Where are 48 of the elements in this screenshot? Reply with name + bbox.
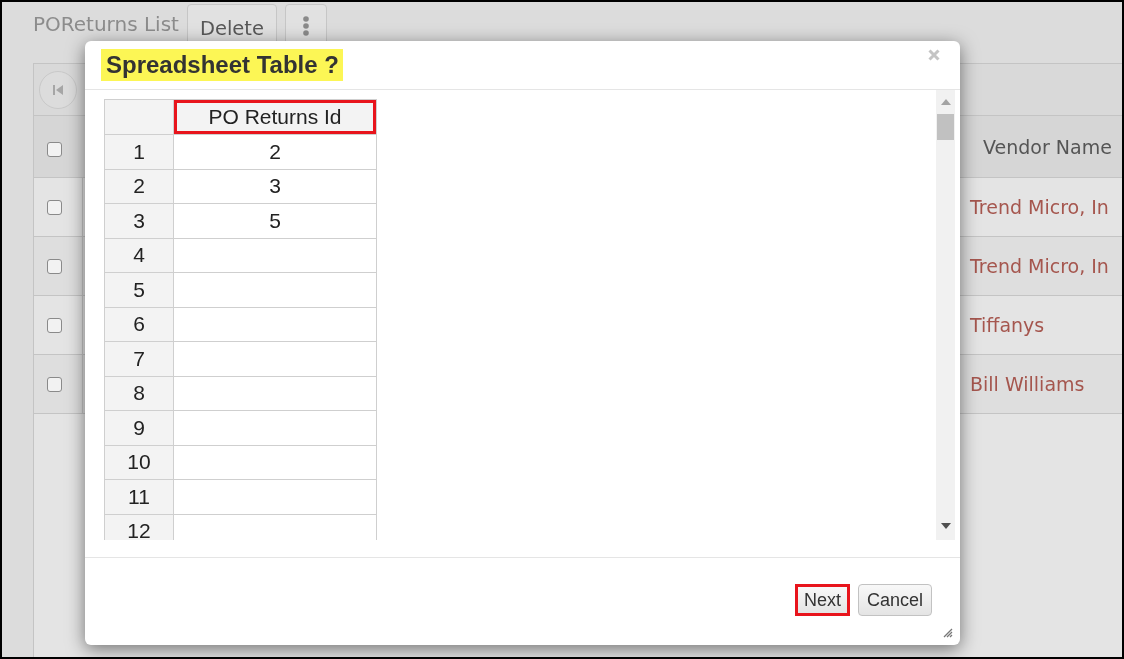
vertical-scrollbar[interactable] xyxy=(936,90,955,540)
row-number: 11 xyxy=(104,479,174,514)
vendor-name-link[interactable]: Bill Williams xyxy=(970,373,1085,395)
scroll-thumb[interactable] xyxy=(937,114,954,140)
checkbox[interactable] xyxy=(47,317,62,333)
table-cell[interactable]: 2 xyxy=(173,134,377,169)
row-number: 3 xyxy=(104,203,174,238)
table-cell[interactable] xyxy=(173,272,377,307)
row-number: 4 xyxy=(104,238,174,273)
table-cell[interactable] xyxy=(173,238,377,273)
checkbox[interactable] xyxy=(47,142,62,157)
first-page-icon xyxy=(53,84,63,95)
scroll-down-icon[interactable] xyxy=(940,523,951,529)
resize-grip-icon[interactable] xyxy=(943,628,953,638)
table-cell[interactable]: 5 xyxy=(173,203,377,238)
checkbox[interactable] xyxy=(47,258,62,274)
table-cell[interactable] xyxy=(173,479,377,514)
checkbox[interactable] xyxy=(47,376,62,392)
table-cell[interactable] xyxy=(173,445,377,480)
table-cell[interactable] xyxy=(173,410,377,445)
table-cell[interactable] xyxy=(173,307,377,342)
row-number: 8 xyxy=(104,376,174,411)
vendor-name-link[interactable]: Trend Micro, In xyxy=(970,196,1109,218)
column-header: Vendor Name xyxy=(983,135,1112,158)
row-number: 1 xyxy=(104,134,174,169)
row-number: 2 xyxy=(104,169,174,204)
first-page-button[interactable] xyxy=(39,70,77,109)
checkbox[interactable] xyxy=(47,199,62,215)
row-number: 5 xyxy=(104,272,174,307)
close-icon[interactable] xyxy=(928,49,940,61)
vendor-name-link[interactable]: Trend Micro, In xyxy=(970,255,1109,277)
table-cell[interactable]: 3 xyxy=(173,169,377,204)
table-cell[interactable] xyxy=(173,514,377,540)
row-number: 7 xyxy=(104,341,174,376)
page-title: POReturns List xyxy=(33,12,179,36)
row-number: 6 xyxy=(104,307,174,342)
vertical-dots-icon xyxy=(303,15,309,36)
row-number: 10 xyxy=(104,445,174,480)
scroll-up-icon[interactable] xyxy=(940,99,951,105)
column-header[interactable]: PO Returns Id xyxy=(173,99,377,135)
row-number: 9 xyxy=(104,410,174,445)
dialog-button[interactable]: Next xyxy=(794,584,850,616)
table-cell[interactable] xyxy=(173,376,377,411)
table-cell[interactable] xyxy=(173,341,377,376)
row-number: 12 xyxy=(104,514,174,540)
dialog-title: Spreadsheet Table ? xyxy=(101,49,343,81)
vendor-name-link[interactable]: Tiffanys xyxy=(970,314,1045,336)
dialog-button[interactable]: Cancel xyxy=(857,584,932,616)
